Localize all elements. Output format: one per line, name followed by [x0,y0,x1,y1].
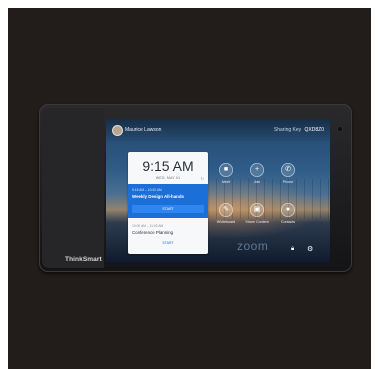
gear-icon[interactable]: ⚙ [307,245,313,253]
meeting-title: Conference Planning [132,230,174,235]
camera-icon: ■ [219,163,233,177]
share-content-label: Share Content [245,220,269,224]
lock-icon[interactable]: 🔒︎ [291,246,294,253]
user-name: Maurice Lawson [125,127,162,133]
pen-icon: ✎ [219,203,233,217]
date: WED, MAY 01 [155,176,181,180]
speaker-grille [42,108,104,268]
meeting-time: 10:00 AM – 11:00 AM [132,224,164,228]
zoom-logo: zoom [237,239,269,253]
sharing-key-label: Sharing Key [273,127,302,133]
whiteboard-label: Whiteboard [216,220,236,224]
start-button[interactable]: START [132,239,204,247]
sharing-key-value: QXD8Z0 [304,127,324,133]
start-button[interactable]: START [132,205,204,213]
plus-icon: + [250,163,264,177]
meeting-item-current[interactable]: 9:15 AM – 10:00 AM Weekly Design All-han… [128,184,208,218]
meeting-time: 9:15 AM – 10:00 AM [132,188,162,192]
avatar[interactable] [113,126,122,135]
meeting-title: Weekly Design All-hands [132,194,184,199]
phone-label: Phone [282,180,294,184]
refresh-icon[interactable]: ↻ [201,176,204,181]
wallpaper-bridge [216,179,330,219]
join-label: Join [253,180,261,184]
sharing-key: Sharing Key QXD8Z0 [274,127,324,133]
touch-screen: Maurice Lawson Sharing Key QXD8Z0 9:15 A… [106,119,330,263]
schedule-card: 9:15 AM WED, MAY 01 ↻ 9:15 AM – 10:00 AM… [128,152,208,254]
brand-label: ThinkSmart [65,256,102,263]
meet-label: Meet [222,180,230,184]
meeting-item-next[interactable]: 10:00 AM – 11:00 AM Conference Planning … [128,219,208,254]
person-icon: ● [281,203,295,217]
device-bezel: ThinkSmart Maurice Lawson Sharing Key QX… [39,104,352,272]
clock: 9:15 AM [142,158,194,174]
phone-icon: ✆ [281,163,295,177]
camera-lens [338,127,342,131]
share-screen-icon: ▣ [250,203,264,217]
contacts-label: Contacts [280,220,296,224]
top-bar: Maurice Lawson Sharing Key QXD8Z0 [106,119,330,141]
